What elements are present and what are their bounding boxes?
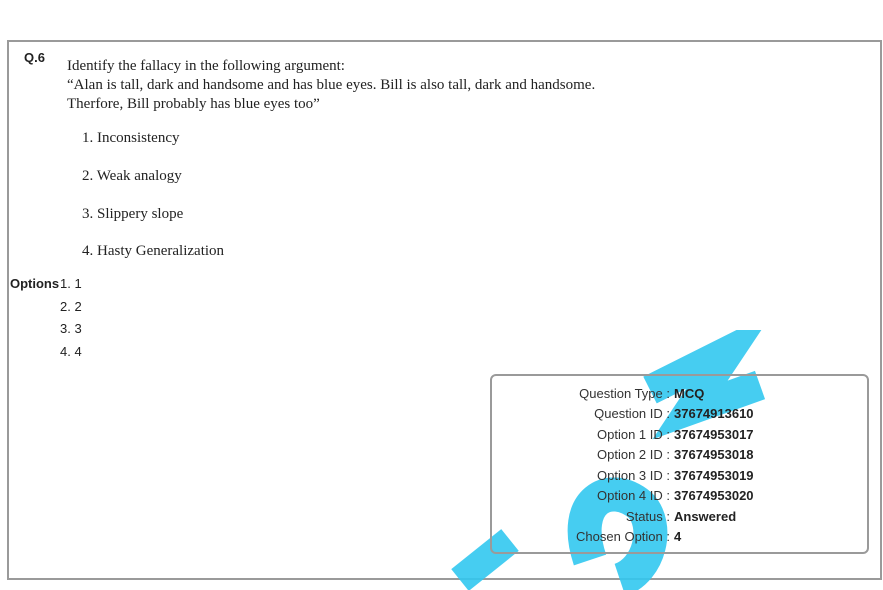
question-text: Identify the fallacy in the following ar… [67,57,595,114]
info-value: Answered [674,509,737,524]
info-key: Question ID : [594,406,670,421]
option-item: 1. 1 [60,276,82,291]
option-item: 2. 2 [60,299,82,314]
info-key: Option 3 ID : [597,468,670,483]
answer-choice: 3. Slippery slope [82,206,184,222]
question-line: Identify the fallacy in the following ar… [67,58,345,74]
info-value: 4 [674,529,682,544]
question-number: Q.6 [24,50,45,65]
options-label: Options [10,276,60,291]
answer-choice: 4. Hasty Generalization [82,243,225,259]
info-key: Option 4 ID : [597,488,670,503]
question-line: “Alan is tall, dark and handsome and has… [67,77,596,93]
option-item: 3. 3 [60,321,82,336]
info-value: 37674913610 [674,406,754,421]
info-key: Question Type : [579,386,670,401]
info-key: Option 2 ID : [597,447,670,462]
info-key: Status : [625,509,670,524]
info-value: 37674953017 [674,427,754,442]
info-key: Option 1 ID : [597,427,670,442]
question-line: Therfore, Bill probably has blue eyes to… [67,96,320,112]
option-item: 4. 4 [60,344,82,359]
answer-choice: 1. Inconsistency [82,130,180,146]
info-value: 37674953020 [674,488,754,503]
info-value: 37674953018 [674,447,754,462]
question-info-panel: Question Type : MCQ Question ID : 376749… [490,374,869,554]
answer-choice: 2. Weak analogy [82,168,182,184]
info-key: Chosen Option : [576,529,670,544]
info-value: MCQ [674,386,705,401]
info-value: 37674953019 [674,468,754,483]
